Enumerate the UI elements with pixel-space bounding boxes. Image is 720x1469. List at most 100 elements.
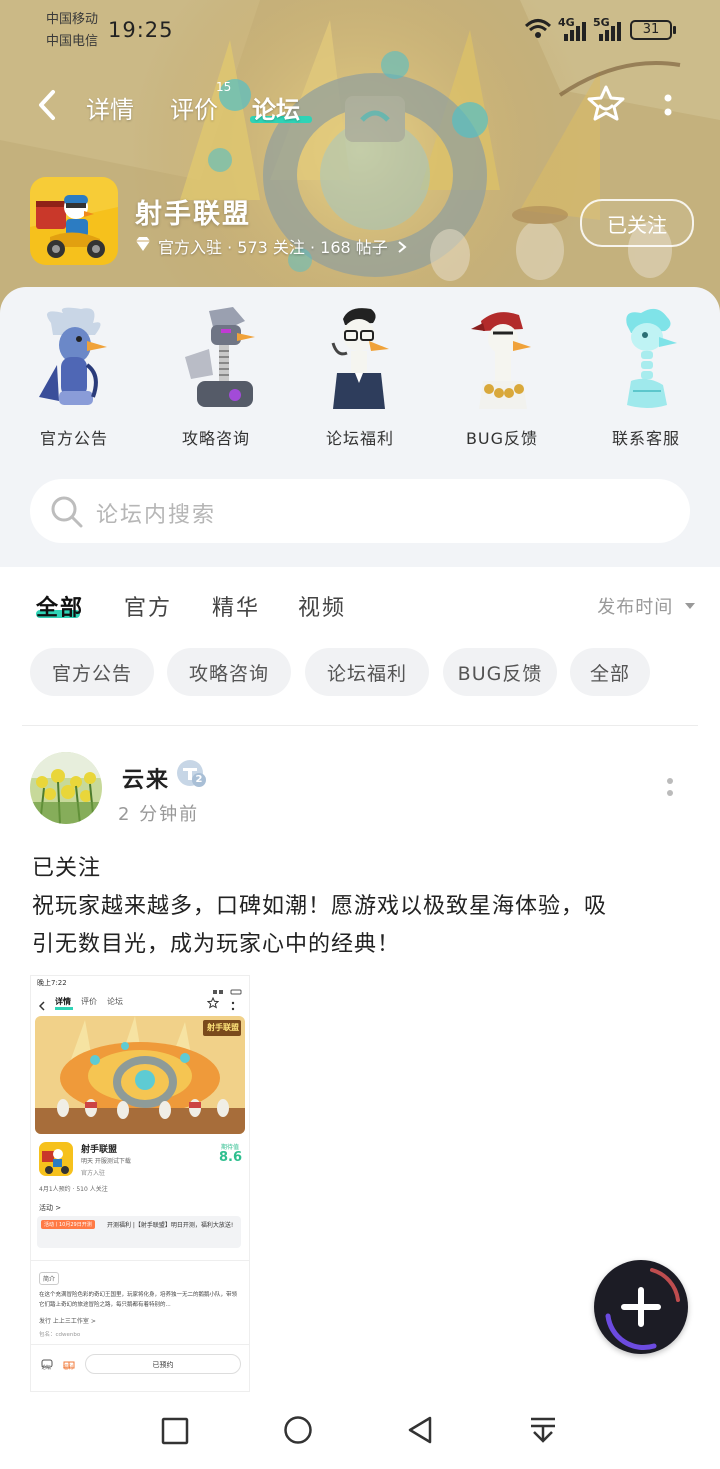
shot-developer: 发行 上上三工作室 >	[39, 1318, 96, 1325]
shot-bottom-label: 福利	[63, 1365, 74, 1371]
shot-banner-logo: 射手联盟	[207, 1023, 239, 1032]
search-icon	[51, 496, 83, 528]
shot-intro-tag: 简介	[39, 1272, 60, 1285]
carrier-name-2: 中国电信	[46, 34, 99, 49]
sort-label: 发布时间	[597, 597, 674, 618]
more-vertical-icon	[667, 778, 673, 796]
tab-forum[interactable]: 论坛	[252, 90, 300, 125]
shot-divider	[31, 1260, 249, 1261]
star-icon	[587, 85, 625, 121]
post-text-line: 引无数目光，成为玩家心中的经典！	[32, 932, 401, 957]
plus-icon	[605, 1268, 680, 1350]
diamond-icon	[134, 236, 152, 256]
shot-tab-indicator	[55, 1007, 73, 1010]
more-vertical-icon	[664, 94, 672, 116]
status-time: 19:25	[108, 18, 174, 42]
category-forum-benefits[interactable]: 论坛福利	[300, 305, 420, 449]
shot-reserve-button: 已预约	[85, 1354, 241, 1374]
signal-icon-2	[597, 20, 623, 46]
shot-rating: 8.6	[219, 1150, 243, 1165]
system-navigation-bar	[0, 1392, 720, 1469]
category-contact-support[interactable]: 联系客服	[586, 305, 706, 449]
shot-status-icons	[213, 980, 243, 995]
search-input[interactable]: 论坛内搜索	[96, 497, 216, 529]
filter-tab-video[interactable]: 视频	[298, 590, 346, 622]
post-text-line: 祝玩家越来越多，口碑如潮！愿游戏以极致星海体验，吸	[32, 894, 608, 919]
avatar[interactable]	[30, 752, 102, 824]
glasses-goose-icon	[331, 308, 389, 409]
home-button[interactable]	[282, 1414, 314, 1446]
back-button[interactable]	[36, 88, 58, 126]
shot-stats: 4月1人预约 · 510 人关注	[39, 1186, 108, 1193]
shot-time: 晚上7:22	[37, 979, 67, 987]
sort-dropdown[interactable]: 发布时间	[597, 593, 696, 619]
app-icon[interactable]	[30, 177, 118, 265]
forum-search-bar[interactable]: 论坛内搜索	[30, 479, 690, 543]
back-nav-button[interactable]	[406, 1414, 436, 1446]
category-label: 官方公告	[39, 429, 108, 448]
user-level: 2	[192, 773, 206, 787]
battery-level: 31	[642, 22, 660, 37]
review-count-badge: 15	[216, 80, 232, 94]
shot-tab: 论坛	[107, 997, 123, 1006]
chip-official-announcement[interactable]: 官方公告	[30, 648, 154, 696]
category-label: BUG反馈	[465, 429, 539, 448]
shot-more-icon	[231, 996, 235, 1015]
robot-goose-icon	[185, 307, 255, 407]
tab-reviews[interactable]: 评价	[170, 90, 218, 125]
category-strategy[interactable]: 攻略咨询	[156, 305, 276, 449]
filter-tab-official[interactable]: 官方	[124, 590, 172, 622]
ghost-goose-icon	[626, 308, 677, 408]
shot-divider	[31, 1344, 249, 1345]
post-username[interactable]: 云来	[122, 762, 170, 794]
notification-pulldown-icon[interactable]	[528, 1414, 558, 1446]
user-level-badge: 2	[176, 759, 206, 789]
chip-forum-benefits[interactable]: 论坛福利	[305, 648, 429, 696]
shot-tab: 评价	[81, 997, 97, 1006]
banner-artwork	[0, 0, 720, 330]
carrier-name-1: 中国移动	[46, 12, 99, 27]
app-stats: 官方入驻 · 573 关注 · 168 帖子	[158, 238, 388, 257]
shot-event-text: 开测福利 |【射手联盟】明日开测，福利大放送!	[107, 1222, 234, 1229]
forum-category-panel: 官方公告 攻略咨询 论坛福利 BUG反馈 联系客服 论坛内搜索	[0, 287, 720, 567]
wifi-icon	[524, 18, 552, 44]
chip-strategy[interactable]: 攻略咨询	[167, 648, 291, 696]
app-stats-link[interactable]: 官方入驻 · 573 关注 · 168 帖子	[158, 234, 407, 258]
chip-all[interactable]: 全部	[570, 648, 650, 696]
shot-banner: 射手联盟	[35, 1016, 245, 1134]
chevron-right-icon	[398, 241, 407, 253]
signal-icon-1	[562, 20, 588, 46]
post-text-line: 已关注	[32, 856, 102, 881]
category-official-announcement[interactable]: 官方公告	[14, 305, 134, 449]
shot-app-subtitle: 明天 开服测试下载	[81, 1158, 131, 1165]
shot-bottom-label: 论坛	[41, 1365, 52, 1371]
favorite-button[interactable]	[586, 84, 626, 128]
blue-knight-goose-icon	[39, 307, 107, 405]
filter-tab-all[interactable]: 全部	[36, 590, 84, 622]
new-post-button[interactable]	[594, 1260, 688, 1354]
category-label: 联系客服	[611, 429, 680, 448]
shot-star-icon	[206, 994, 220, 1013]
more-menu-button[interactable]	[662, 92, 674, 124]
follow-button[interactable]: 已关注	[580, 199, 694, 247]
category-bug-report[interactable]: BUG反馈	[442, 305, 562, 449]
battery-icon: 31	[630, 20, 672, 40]
post-more-button[interactable]	[664, 776, 676, 804]
post-content[interactable]: 已关注 祝玩家越来越多，口碑如潮！愿游戏以极致星海体验，吸 引无数目光，成为玩家…	[32, 850, 692, 964]
post-image[interactable]: 晚上7:22 详情 评价 论坛 射手联盟 射手联盟 明天 开服测试下载 官方入驻…	[30, 975, 250, 1392]
shot-official: 官方入驻	[81, 1170, 106, 1177]
category-label: 攻略咨询	[181, 429, 250, 448]
divider	[22, 725, 698, 726]
shot-event-card: 活动丨10月29日开测 开测福利 |【射手联盟】明日开测，福利大放送!	[37, 1216, 241, 1248]
filter-tab-featured[interactable]: 精华	[212, 590, 260, 622]
header-banner	[0, 0, 720, 330]
shot-package: 包名：cdwenbo	[39, 1332, 81, 1338]
shot-intro: 在这个充满冒险色彩的奇幻王国里，玩家将化身，培养独一无二的鹅鹅小队，带领它们踏上…	[39, 1292, 238, 1308]
chip-bug-report[interactable]: BUG反馈	[443, 648, 557, 696]
category-label: 论坛福利	[325, 429, 394, 448]
shot-activity: 活动 >	[39, 1204, 62, 1212]
recent-apps-button[interactable]	[160, 1416, 190, 1446]
post-time: 2 分钟前	[118, 804, 200, 825]
tab-details[interactable]: 详情	[86, 90, 134, 125]
shot-app-name: 射手联盟	[81, 1145, 118, 1155]
